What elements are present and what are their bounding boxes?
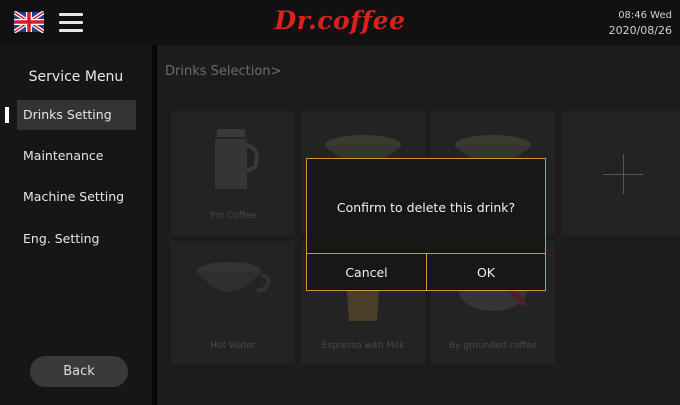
drink-tile-pot-coffee[interactable]: Pot Coffee: [171, 111, 295, 235]
tile-label: By grounded coffee: [448, 341, 538, 351]
breadcrumb: Drinks Selection>: [165, 64, 282, 79]
clock-date: 2020/08/26: [608, 24, 672, 37]
sidebar-item-maintenance[interactable]: Maintenance: [17, 141, 136, 171]
active-item-marker: [5, 107, 9, 123]
tile-label: Espresso with Milk: [321, 341, 405, 351]
water-cup-icon: [197, 262, 271, 293]
sidebar-title: Service Menu: [28, 69, 124, 85]
sidebar: Service Menu Drinks Setting Maintenance …: [0, 45, 152, 405]
add-drink-tile[interactable]: [561, 111, 680, 235]
back-button[interactable]: Back: [30, 356, 128, 387]
tile-label: Pot Coffee: [209, 211, 257, 221]
tile-label: Hot Water: [210, 341, 256, 351]
coffee-pot-icon: [215, 129, 259, 189]
clock: 08:46 Wed 2020/08/26: [609, 8, 672, 38]
sidebar-item-machine-setting[interactable]: Machine Setting: [17, 182, 136, 212]
sidebar-item-drinks-setting[interactable]: Drinks Setting: [17, 100, 136, 130]
top-bar: Dr.coffee 08:46 Wed 2020/08/26: [0, 0, 680, 45]
clock-time: 08:46 Wed: [618, 10, 672, 21]
hamburger-menu-icon[interactable]: [59, 13, 83, 33]
confirm-delete-dialog: Confirm to delete this drink? Cancel OK: [306, 158, 546, 291]
brand-logo: Dr.coffee: [274, 6, 406, 35]
ok-button[interactable]: OK: [427, 254, 545, 291]
sidebar-item-eng-setting[interactable]: Eng. Setting: [17, 224, 136, 254]
uk-flag-icon[interactable]: [14, 11, 44, 33]
drink-tile-hot-water[interactable]: Hot Water: [171, 241, 295, 365]
cancel-button[interactable]: Cancel: [307, 254, 427, 291]
dialog-message: Confirm to delete this drink?: [336, 200, 516, 215]
